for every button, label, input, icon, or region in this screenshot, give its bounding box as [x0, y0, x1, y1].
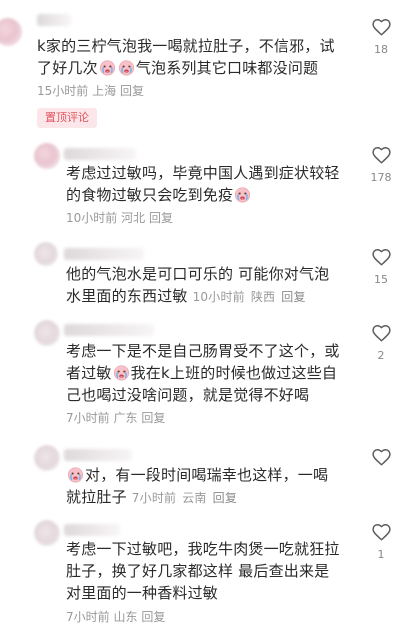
- comment-time: 15小时前: [37, 84, 89, 98]
- comment-text: 考虑一下是不是自己肠胃受不了这个，或 者过敏 我在k上班的时候也做过这些自 己也喝…: [66, 342, 340, 404]
- comment-meta: 7小时前 云南 回复: [132, 491, 243, 505]
- comment-text: 考虑一下过敏吧，我吃牛肉煲一吃就狂拉 肚子，换了好几家都这样 最后查出来是 对里…: [66, 540, 340, 602]
- heart-icon: [371, 17, 392, 38]
- comment-item: 考虑一下是不是自己肠胃受不了这个，或 者过敏 我在k上班的时候也做过这些自 己也喝…: [0, 318, 404, 438]
- comment-text: 对，有一段时间喝瑞幸也这样，一喝 就拉肚子 7小时前 云南 回复: [66, 466, 329, 506]
- like-button[interactable]: [366, 447, 396, 468]
- comment-time: 7小时前: [66, 411, 110, 425]
- comment-text: k家的三柠气泡我一喝就拉肚子，不信邪，试 了好几次 气泡系列其它口味都没问题: [37, 37, 335, 77]
- like-count: 15: [374, 273, 388, 286]
- face-with-tears-emoji: [113, 364, 130, 381]
- face-with-tears-emoji: [118, 59, 135, 76]
- heart-icon: [371, 145, 392, 166]
- reply-button[interactable]: 回复: [213, 491, 237, 505]
- comment-item: k家的三柠气泡我一喝就拉肚子，不信邪，试 了好几次 气泡系列其它口味都没问题 15…: [0, 0, 404, 105]
- comment-meta: 10小时前 陕西 回复: [193, 290, 312, 304]
- username[interactable]: [64, 148, 136, 160]
- comment-region: 广东: [113, 411, 138, 425]
- comment-meta: 7小时前 广东 回复: [66, 410, 165, 426]
- like-button[interactable]: 2: [366, 323, 396, 362]
- comment-item: 考虑过过敏吗，毕竟中国人遇到症状较轻 的食物过敏只会吃到免疫 10小时前 河北 …: [0, 140, 404, 235]
- face-with-tears-emoji: [234, 186, 251, 203]
- comment-meta: 7小时前 山东 回复: [66, 609, 165, 625]
- comment-region: 山东: [113, 610, 138, 624]
- like-button[interactable]: 178: [366, 145, 396, 184]
- avatar[interactable]: [34, 320, 60, 346]
- comment-time: 10小时前: [66, 211, 118, 225]
- comment-region: 上海: [92, 84, 117, 98]
- comment-text: 他的气泡水是可口可乐的 可能你对气泡 水里面的东西过敏 10小时前 陕西 回复: [66, 265, 330, 305]
- username[interactable]: [37, 14, 71, 26]
- avatar[interactable]: [0, 18, 22, 46]
- reply-button[interactable]: 回复: [120, 84, 144, 98]
- heart-icon: [371, 522, 392, 543]
- comment-region: 云南: [182, 491, 207, 505]
- reply-button[interactable]: 回复: [149, 211, 173, 225]
- heart-icon: [371, 247, 392, 268]
- avatar[interactable]: [34, 445, 60, 471]
- comment-region: 河北: [121, 211, 146, 225]
- avatar[interactable]: [34, 242, 58, 266]
- comment-time: 7小时前: [131, 491, 177, 505]
- comment-meta: 10小时前 河北 回复: [66, 210, 173, 226]
- like-button[interactable]: 15: [366, 247, 396, 286]
- username[interactable]: [64, 524, 120, 536]
- like-count: 18: [374, 43, 388, 56]
- like-button[interactable]: 18: [366, 17, 396, 56]
- reply-button[interactable]: 回复: [281, 290, 305, 304]
- username[interactable]: [64, 324, 154, 336]
- comment-region: 陕西: [250, 290, 276, 304]
- username[interactable]: [64, 248, 144, 260]
- heart-icon: [371, 323, 392, 344]
- avatar[interactable]: [34, 143, 60, 169]
- face-with-tears-emoji: [99, 59, 116, 76]
- comment-item: 对，有一段时间喝瑞幸也这样，一喝 就拉肚子 7小时前 云南 回复: [0, 440, 404, 515]
- reply-button[interactable]: 回复: [141, 411, 165, 425]
- comment-time: 7小时前: [66, 610, 110, 624]
- like-count: 1: [377, 548, 385, 561]
- face-with-tears-emoji: [67, 466, 84, 483]
- pinned-comment-badge: 置顶评论: [37, 108, 97, 128]
- comment-item: 考虑一下过敏吧，我吃牛肉煲一吃就狂拉 肚子，换了好几家都这样 最后查出来是 对里…: [0, 517, 404, 635]
- reply-button[interactable]: 回复: [141, 610, 165, 624]
- username[interactable]: [64, 449, 132, 461]
- heart-icon: [371, 447, 392, 468]
- comment-item: 他的气泡水是可口可乐的 可能你对气泡 水里面的东西过敏 10小时前 陕西 回复 15: [0, 240, 404, 315]
- like-count: 178: [370, 171, 392, 184]
- like-button[interactable]: 1: [366, 522, 396, 561]
- comment-text: 考虑过过敏吗，毕竟中国人遇到症状较轻 的食物过敏只会吃到免疫: [66, 164, 340, 204]
- comment-time: 10小时前: [192, 290, 245, 304]
- avatar[interactable]: [34, 520, 60, 546]
- like-count: 2: [377, 349, 385, 362]
- comment-meta: 15小时前 上海 回复: [37, 83, 144, 99]
